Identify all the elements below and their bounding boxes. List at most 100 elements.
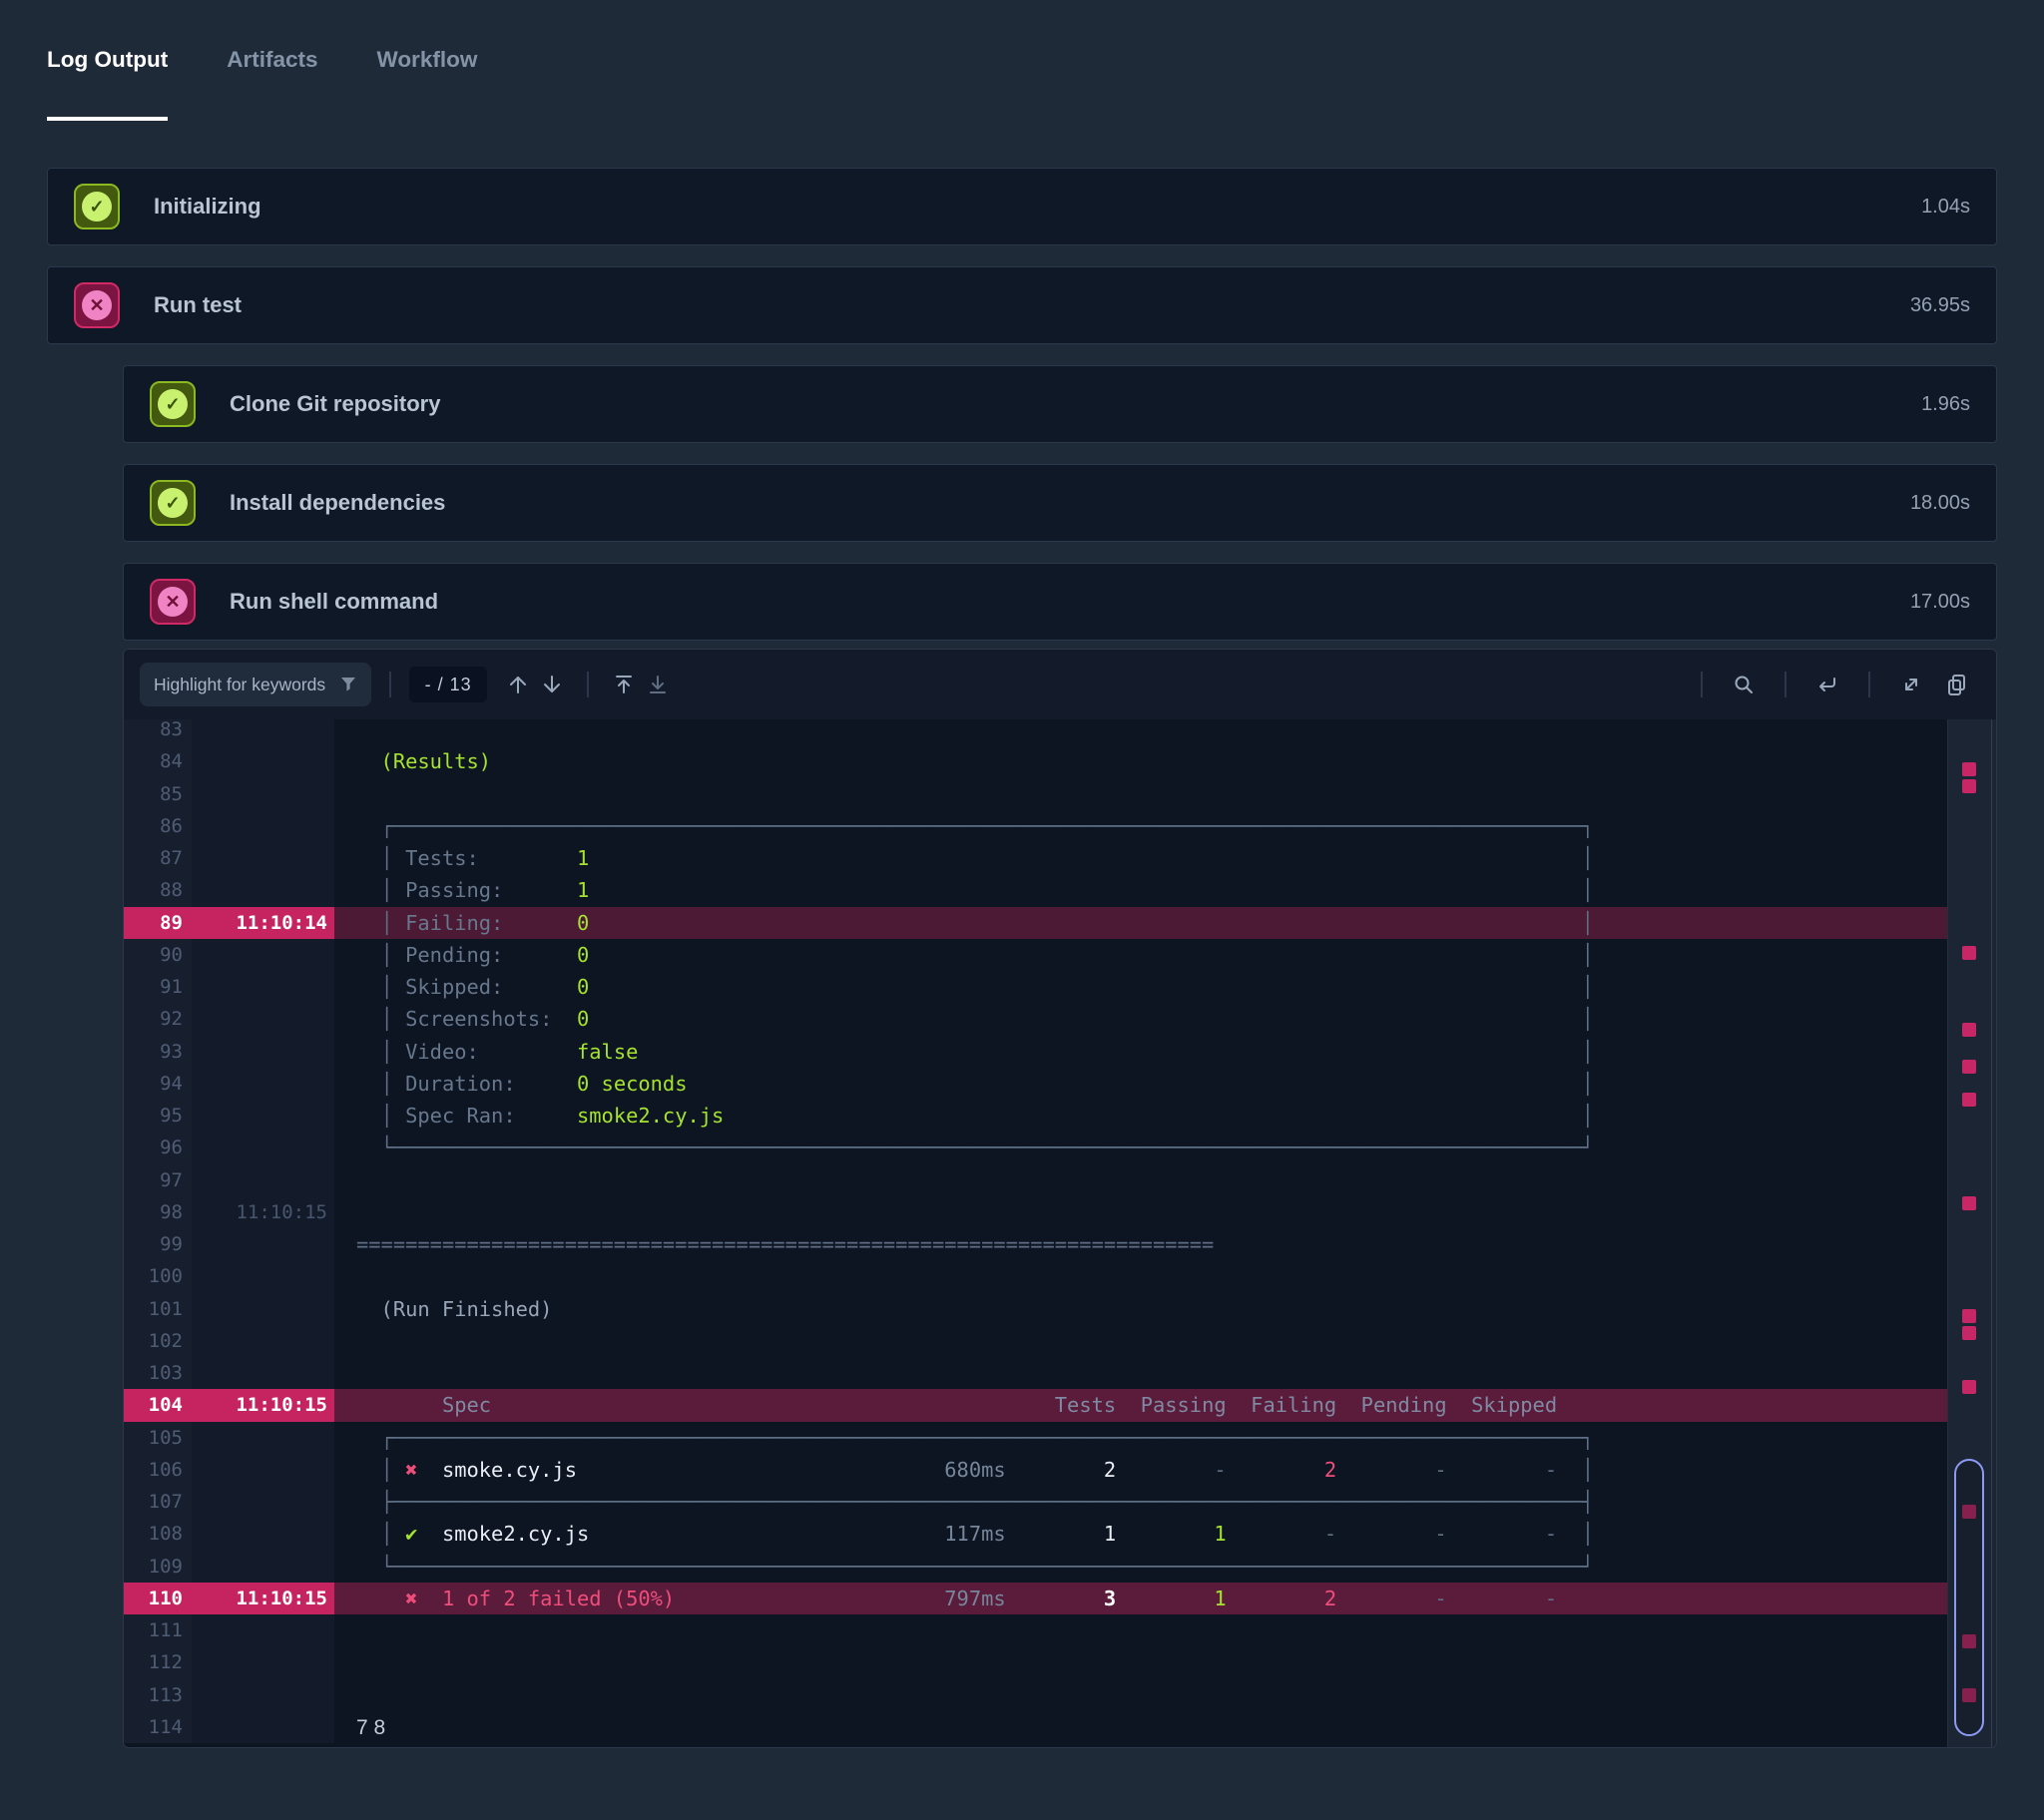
section-run-shell-command[interactable]: ✕Run shell command17.00s <box>123 563 1997 641</box>
line-number[interactable]: 86 <box>124 810 192 842</box>
line-number[interactable]: 108 <box>124 1518 192 1550</box>
log-line-96: 96 └────────────────────────────────────… <box>124 1132 1947 1163</box>
log-line-91: 91 │ Skipped: 0 │ <box>124 971 1947 1003</box>
line-content: │ Duration: 0 seconds │ <box>334 1068 1947 1100</box>
section-install-dependencies[interactable]: ✓Install dependencies18.00s <box>123 464 1997 542</box>
tab-workflow[interactable]: Workflow <box>376 46 477 121</box>
line-timestamp <box>192 1293 334 1325</box>
previous-match-button[interactable] <box>501 668 535 701</box>
check-circle-icon: ✓ <box>74 184 120 229</box>
line-timestamp <box>192 1454 334 1486</box>
section-label: Install dependencies <box>230 490 445 516</box>
line-number[interactable]: 87 <box>124 842 192 874</box>
log-line-83: 83 <box>124 719 1947 745</box>
line-number[interactable]: 97 <box>124 1164 192 1196</box>
tab-artifacts[interactable]: Artifacts <box>227 46 317 121</box>
minimap-edge-line <box>1991 719 1992 1747</box>
log-minimap[interactable] <box>1947 719 1996 1747</box>
line-number[interactable]: 95 <box>124 1100 192 1132</box>
check-glyph: ✓ <box>158 389 188 419</box>
toolbar-right-group <box>1683 668 1980 701</box>
line-timestamp <box>192 1486 334 1518</box>
section-duration: 36.95s <box>1910 294 1970 317</box>
section-clone-git-repository[interactable]: ✓Clone Git repository1.96s <box>123 365 1997 443</box>
minimap-thumb[interactable] <box>1954 1459 1984 1736</box>
section-duration: 1.04s <box>1921 196 1970 219</box>
next-match-button[interactable] <box>535 668 569 701</box>
line-number[interactable]: 99 <box>124 1228 192 1260</box>
minimap-marker <box>1962 1309 1976 1323</box>
line-timestamp <box>192 1325 334 1357</box>
copy-button[interactable] <box>1940 668 1974 701</box>
wrap-text-button[interactable] <box>1810 668 1844 701</box>
check-circle-icon: ✓ <box>150 480 196 526</box>
minimap-marker <box>1962 779 1976 793</box>
log-line-110: 11011:10:15 ✖ 1 of 2 failed (50%) 797ms … <box>124 1583 1947 1614</box>
line-number[interactable]: 112 <box>124 1646 192 1678</box>
line-number[interactable]: 96 <box>124 1132 192 1163</box>
section-duration: 17.00s <box>1910 591 1970 614</box>
line-number[interactable]: 91 <box>124 971 192 1003</box>
line-timestamp <box>192 1679 334 1711</box>
line-number[interactable]: 103 <box>124 1357 192 1389</box>
line-timestamp: 11:10:15 <box>192 1583 334 1614</box>
line-content: ========================================… <box>334 1228 1947 1260</box>
tab-log-output[interactable]: Log Output <box>47 46 168 121</box>
line-number[interactable]: 101 <box>124 1293 192 1325</box>
line-number[interactable]: 110 <box>124 1583 192 1614</box>
search-button[interactable] <box>1727 668 1761 701</box>
line-number[interactable]: 88 <box>124 874 192 906</box>
log-line-105: 105 ┌───────────────────────────────────… <box>124 1422 1947 1454</box>
line-content: │ Passing: 1 │ <box>334 874 1947 906</box>
line-number[interactable]: 107 <box>124 1486 192 1518</box>
line-number[interactable]: 98 <box>124 1196 192 1228</box>
line-number[interactable]: 85 <box>124 778 192 810</box>
line-number[interactable]: 105 <box>124 1422 192 1454</box>
minimap-marker <box>1962 1023 1976 1037</box>
line-number[interactable]: 84 <box>124 745 192 777</box>
log-line-88: 88 │ Passing: 1 │ <box>124 874 1947 906</box>
tab-bar: Log Output Artifacts Workflow <box>47 0 1997 121</box>
line-number[interactable]: 93 <box>124 1036 192 1068</box>
log-line-85: 85 <box>124 778 1947 810</box>
section-run-test[interactable]: ✕Run test36.95s <box>47 266 1997 344</box>
scroll-to-bottom-button[interactable] <box>641 668 675 701</box>
line-number[interactable]: 100 <box>124 1260 192 1292</box>
line-number[interactable]: 83 <box>124 719 192 745</box>
line-content: └───────────────────────────────────────… <box>334 1551 1947 1583</box>
line-number[interactable]: 94 <box>124 1068 192 1100</box>
line-number[interactable]: 109 <box>124 1551 192 1583</box>
log-line-93: 93 │ Video: false │ <box>124 1036 1947 1068</box>
log-line-112: 112 <box>124 1646 1947 1678</box>
line-content <box>334 1679 1947 1711</box>
highlight-keywords-input[interactable]: Highlight for keywords <box>140 663 371 706</box>
page: Log Output Artifacts Workflow ✓Initializin… <box>0 0 2044 1748</box>
line-content: ┌───────────────────────────────────────… <box>334 810 1947 842</box>
section-initializing[interactable]: ✓Initializing1.04s <box>47 168 1997 245</box>
line-number[interactable]: 92 <box>124 1003 192 1035</box>
line-timestamp <box>192 1551 334 1583</box>
check-glyph: ✓ <box>158 488 188 518</box>
minimap-marker <box>1962 1326 1976 1340</box>
scroll-to-top-button[interactable] <box>607 668 641 701</box>
line-timestamp <box>192 1003 334 1035</box>
line-content <box>334 1357 1947 1389</box>
section-label: Clone Git repository <box>230 391 440 417</box>
check-circle-icon: ✓ <box>150 381 196 427</box>
line-content <box>334 1325 1947 1357</box>
line-number[interactable]: 106 <box>124 1454 192 1486</box>
toolbar-separator <box>1785 672 1787 697</box>
line-content: ├───────────────────────────────────────… <box>334 1486 1947 1518</box>
expand-button[interactable] <box>1894 668 1928 701</box>
line-timestamp <box>192 874 334 906</box>
line-number[interactable]: 90 <box>124 939 192 971</box>
line-number[interactable]: 102 <box>124 1325 192 1357</box>
line-number[interactable]: 89 <box>124 907 192 939</box>
line-number[interactable]: 114 <box>124 1711 192 1743</box>
line-content: │ Tests: 1 │ <box>334 842 1947 874</box>
line-number[interactable]: 104 <box>124 1389 192 1421</box>
line-number[interactable]: 113 <box>124 1679 192 1711</box>
minimap-marker <box>1962 1380 1976 1394</box>
line-number[interactable]: 111 <box>124 1614 192 1646</box>
line-timestamp <box>192 1260 334 1292</box>
